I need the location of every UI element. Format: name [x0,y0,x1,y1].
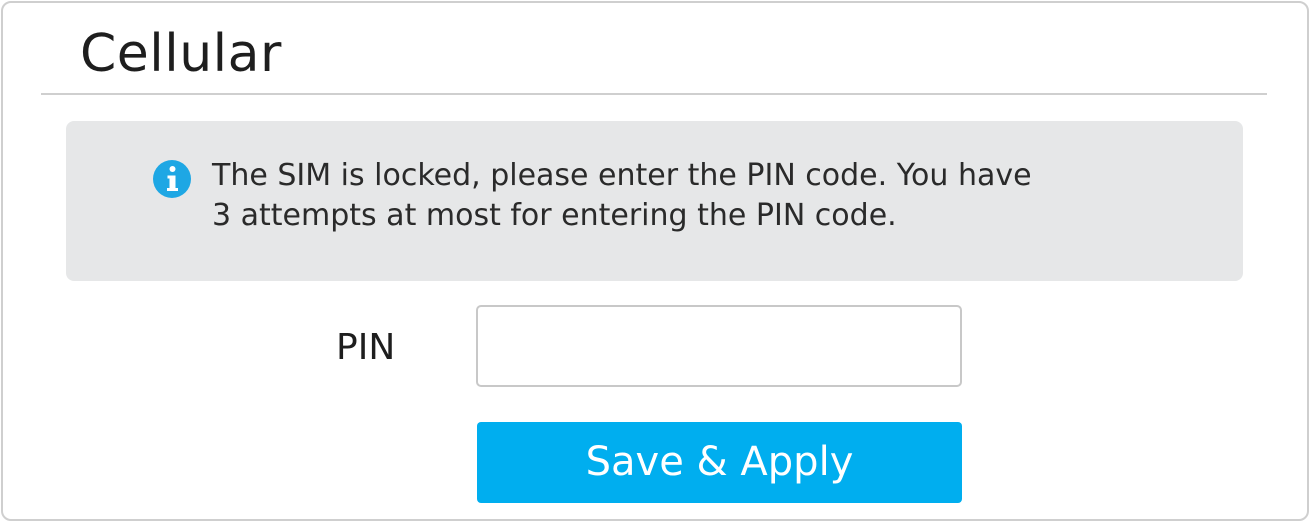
notice-message: The SIM is locked, please enter the PIN … [212,156,1132,236]
pin-input[interactable] [476,305,962,387]
pin-label: PIN [336,327,396,368]
info-icon [153,160,191,198]
title-divider [41,93,1267,95]
page-title: Cellular [80,24,282,84]
save-apply-button[interactable]: Save & Apply [477,422,962,503]
notice-line-1: The SIM is locked, please enter the PIN … [212,158,1032,193]
notice-line-2: 3 attempts at most for entering the PIN … [212,198,897,233]
